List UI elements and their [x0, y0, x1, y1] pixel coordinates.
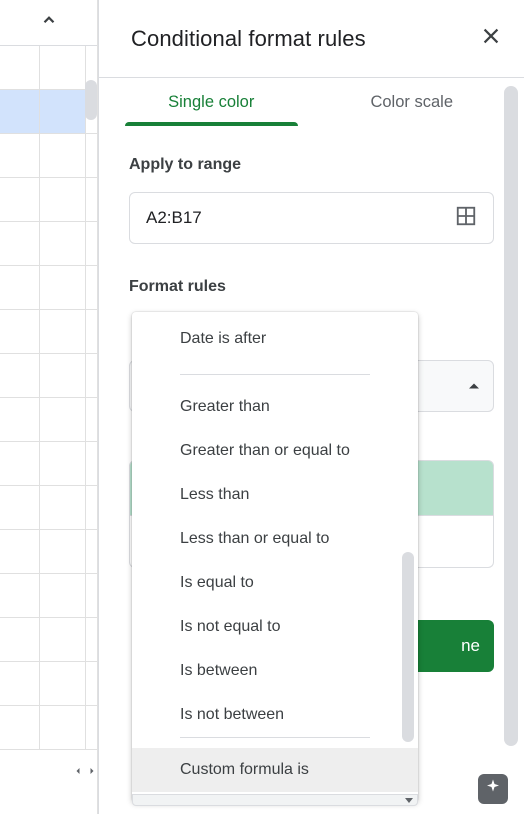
explore-star-button[interactable] — [478, 774, 508, 804]
sheet-horizontal-scroll[interactable] — [0, 764, 98, 778]
spreadsheet-grid[interactable] — [0, 46, 97, 750]
tab-single-color[interactable]: Single color — [111, 93, 312, 126]
dropdown-option-between[interactable]: Is between — [132, 649, 418, 693]
select-range-grid-icon[interactable] — [455, 205, 477, 232]
range-input[interactable]: A2:B17 — [129, 192, 494, 244]
panel-scrollbar[interactable] — [504, 86, 518, 746]
sheet-vertical-scrollbar[interactable] — [85, 80, 97, 120]
spreadsheet-area — [0, 0, 98, 814]
caret-down-icon — [405, 798, 413, 803]
dropdown-scrollbar[interactable] — [402, 552, 414, 742]
panel-title: Conditional format rules — [131, 26, 366, 52]
dropdown-option-date-after[interactable]: Date is after — [132, 312, 418, 374]
dropdown-option-greater-than[interactable]: Greater than — [132, 385, 418, 429]
caret-up-icon — [469, 384, 479, 389]
done-button[interactable]: ne — [406, 620, 494, 672]
tab-color-scale[interactable]: Color scale — [312, 93, 513, 126]
dropdown-option-not-equal[interactable]: Is not equal to — [132, 605, 418, 649]
selected-row[interactable] — [0, 90, 97, 134]
dropdown-separator — [180, 374, 370, 375]
apply-to-range-label: Apply to range — [129, 156, 494, 174]
dropdown-separator — [180, 737, 370, 738]
sheet-top-bar — [0, 0, 97, 46]
format-rules-label: Format rules — [129, 278, 494, 296]
dropdown-bottom-handle[interactable] — [132, 794, 418, 806]
dropdown-option-less-than-equal[interactable]: Less than or equal to — [132, 517, 418, 561]
range-value: A2:B17 — [146, 208, 202, 228]
tabs: Single color Color scale — [99, 78, 524, 126]
panel-header: Conditional format rules — [99, 0, 524, 78]
dropdown-option-not-between[interactable]: Is not between — [132, 693, 418, 737]
sparkle-icon — [484, 778, 502, 801]
dropdown-option-equal[interactable]: Is equal to — [132, 561, 418, 605]
dropdown-option-custom-formula[interactable]: Custom formula is — [132, 748, 418, 792]
close-icon[interactable] — [480, 25, 502, 52]
chevron-up-icon[interactable] — [40, 11, 58, 34]
condition-dropdown-list: Date is after Greater than Greater than … — [132, 312, 418, 802]
dropdown-option-greater-than-equal[interactable]: Greater than or equal to — [132, 429, 418, 473]
dropdown-option-less-than[interactable]: Less than — [132, 473, 418, 517]
